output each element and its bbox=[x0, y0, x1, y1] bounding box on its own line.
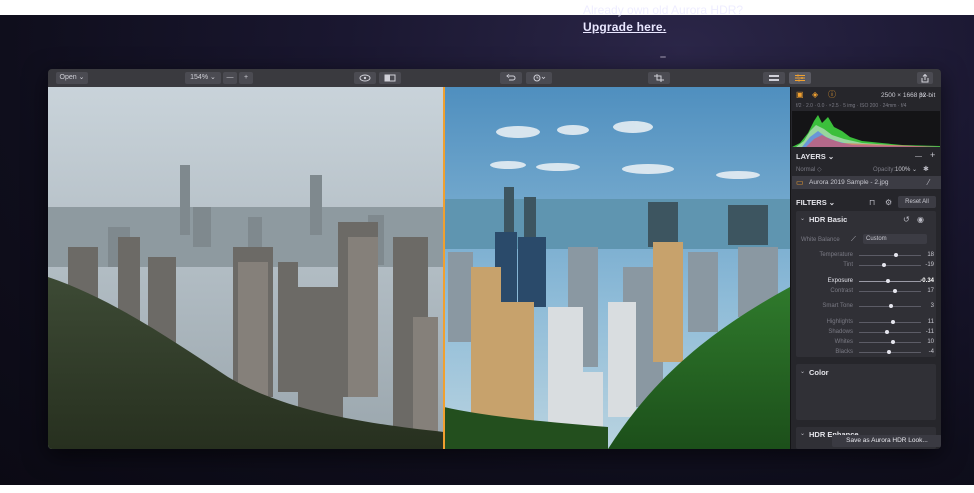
screen: Already own old Aurora HDR? Upgrade here… bbox=[0, 0, 974, 493]
tint-slider[interactable] bbox=[859, 265, 921, 266]
mask-icon[interactable]: ⊓ bbox=[869, 198, 875, 207]
highlights-slider[interactable] bbox=[859, 322, 921, 323]
highlights-value: 11 bbox=[927, 319, 934, 325]
layers-title[interactable]: LAYERS ⌄ bbox=[796, 152, 834, 161]
layers-stack-icon[interactable]: ◈ bbox=[812, 90, 818, 99]
histogram bbox=[792, 111, 940, 147]
bit-depth: 32-bit bbox=[919, 92, 936, 99]
smart-tone-value: 3 bbox=[930, 303, 934, 309]
temperature-slider-knob[interactable] bbox=[893, 253, 898, 257]
layer-row[interactable]: ▭ Aurora 2019 Sample - 2.jpg ⁄ bbox=[792, 176, 941, 189]
city-comparison-image bbox=[48, 87, 790, 449]
layer-name: Aurora 2019 Sample - 2.jpg bbox=[809, 179, 889, 186]
exif-info: f/2 · 2.0 · 0.0 · ×2.5 · 5 img · ISO 200… bbox=[796, 103, 907, 109]
image-canvas[interactable] bbox=[48, 87, 790, 449]
blend-mode-select[interactable]: Normal ◇ bbox=[796, 166, 822, 175]
whites-slider[interactable] bbox=[859, 342, 921, 343]
chevron-down-icon[interactable]: ⌄ bbox=[800, 368, 805, 377]
open-button[interactable]: Open ⌄ bbox=[56, 72, 88, 84]
temperature-label: Temperature bbox=[819, 252, 853, 258]
hdr-basic-section bbox=[796, 211, 936, 357]
blacks-slider-knob[interactable] bbox=[886, 350, 891, 354]
color-title[interactable]: Color bbox=[809, 368, 829, 377]
adjustments-icon[interactable] bbox=[789, 72, 811, 84]
exposure-label: Exposure bbox=[827, 278, 853, 284]
crop-icon[interactable] bbox=[648, 72, 670, 84]
smart-tone-label: Smart Tone bbox=[822, 303, 853, 309]
contrast-slider[interactable] bbox=[859, 291, 921, 292]
decorative-dash bbox=[660, 56, 666, 58]
tint-label: Tint bbox=[843, 262, 853, 268]
white-balance-label: White Balance bbox=[801, 237, 840, 243]
contrast-label: Contrast bbox=[830, 288, 853, 294]
whites-label: Whites bbox=[834, 339, 853, 345]
compare-split-icon[interactable] bbox=[379, 72, 401, 84]
whites-value: 10 bbox=[927, 339, 934, 345]
opacity-value[interactable]: 100% ⌄ bbox=[895, 166, 917, 175]
chevron-down-icon[interactable]: ⌄ bbox=[800, 430, 805, 439]
share-icon[interactable] bbox=[917, 72, 933, 84]
temperature-value: 18 bbox=[927, 252, 934, 258]
brush-icon[interactable]: ⁄ bbox=[928, 178, 929, 187]
reset-all-button[interactable]: Reset All bbox=[898, 196, 936, 208]
app-window: Open ⌄ 154% ⌄ — + ▣ ◈ ⓘ 2500 × 1668 px 3… bbox=[48, 69, 941, 449]
add-layer-button[interactable]: + bbox=[930, 151, 935, 160]
upgrade-link[interactable]: Upgrade here. bbox=[583, 19, 743, 36]
blacks-label: Blacks bbox=[835, 349, 853, 355]
contrast-value: 17 bbox=[927, 288, 934, 294]
toolbar: Open ⌄ 154% ⌄ — + bbox=[48, 69, 941, 88]
bottom-margin bbox=[0, 485, 974, 493]
reset-filter-icon[interactable]: ↺ bbox=[903, 215, 910, 224]
promo-banner: Already own old Aurora HDR? Upgrade here… bbox=[583, 2, 743, 36]
chevron-down-icon[interactable]: ⌄ bbox=[800, 215, 805, 224]
smart-tone-slider-knob[interactable] bbox=[888, 304, 893, 308]
zoom-select[interactable]: 154% ⌄ bbox=[185, 72, 221, 84]
info-icon[interactable]: ⓘ bbox=[828, 90, 836, 99]
save-look-button[interactable]: Save as Aurora HDR Look... bbox=[832, 435, 941, 447]
filters-title[interactable]: FILTERS ⌄ bbox=[796, 198, 835, 207]
zoom-out-button[interactable]: — bbox=[223, 72, 237, 84]
after-image bbox=[444, 87, 790, 449]
before-image bbox=[48, 87, 444, 449]
image-icon[interactable]: ▣ bbox=[796, 90, 804, 99]
right-panel: ▣ ◈ ⓘ 2500 × 1668 px 32-bit f/2 · 2.0 · … bbox=[790, 87, 941, 449]
preview-eye-icon[interactable] bbox=[354, 72, 376, 84]
shadows-slider[interactable] bbox=[859, 332, 921, 333]
settings-icon[interactable]: ✱ bbox=[923, 165, 929, 174]
shadows-value: -11 bbox=[925, 329, 934, 335]
promo-text: Already own old Aurora HDR? bbox=[583, 3, 744, 17]
exposure-slider[interactable] bbox=[859, 281, 921, 282]
split-divider[interactable] bbox=[443, 87, 445, 449]
zoom-in-button[interactable]: + bbox=[239, 72, 253, 84]
white-balance-select[interactable]: Custom bbox=[863, 234, 927, 244]
contrast-slider-knob[interactable] bbox=[892, 289, 897, 293]
highlights-label: Highlights bbox=[826, 319, 853, 325]
tint-value: -19 bbox=[925, 262, 934, 268]
gear-icon[interactable]: ⚙ bbox=[885, 198, 892, 207]
visibility-eye-icon[interactable]: ◉ bbox=[917, 215, 924, 224]
hdr-basic-title[interactable]: HDR Basic bbox=[809, 215, 847, 224]
top-margin bbox=[0, 0, 974, 15]
history-icon[interactable] bbox=[526, 72, 552, 84]
temperature-slider[interactable] bbox=[859, 255, 921, 256]
shadows-label: Shadows bbox=[828, 329, 853, 335]
opacity-label: Opacity: bbox=[873, 167, 896, 173]
undo-icon[interactable] bbox=[500, 72, 522, 84]
blacks-value: -4 bbox=[928, 349, 934, 355]
layer-thumbnail-icon: ▭ bbox=[796, 178, 804, 187]
exposure-value: -0.34 bbox=[920, 278, 934, 284]
remove-layer-button[interactable]: — bbox=[915, 152, 922, 161]
shadows-slider-knob[interactable] bbox=[884, 330, 889, 334]
eyedropper-icon[interactable]: ⟋ bbox=[851, 235, 856, 244]
layers-panel-icon[interactable] bbox=[763, 72, 785, 84]
